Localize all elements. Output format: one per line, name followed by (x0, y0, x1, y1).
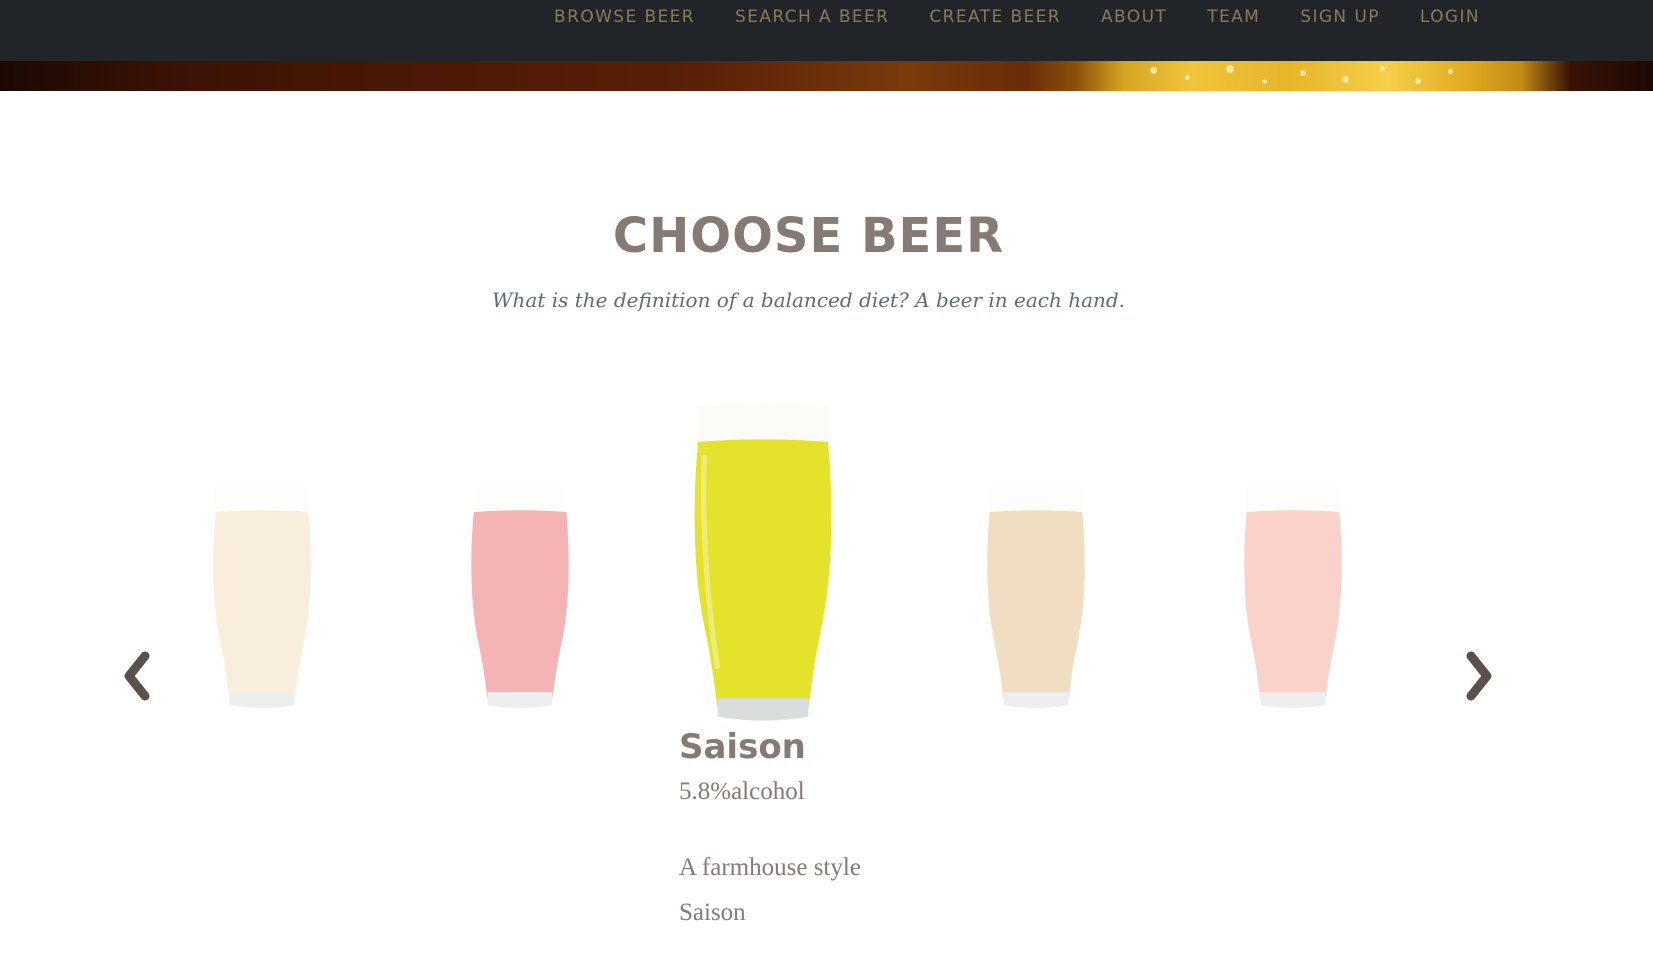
nav-login[interactable]: LOGIN (1420, 7, 1480, 27)
chevron-right-icon[interactable] (1459, 648, 1499, 704)
beer-glass-liquid (1244, 504, 1342, 700)
beer-glass-liquid (471, 504, 569, 700)
section-subheading: What is the definition of a balanced die… (491, 288, 1126, 312)
nav-about[interactable]: ABOUT (1101, 7, 1167, 27)
nav-team[interactable]: TEAM (1207, 7, 1260, 27)
nav-sign-up[interactable]: SIGN UP (1300, 7, 1380, 27)
nav-browse-beer[interactable]: BROWSE BEER (554, 7, 695, 27)
top-navbar: BROWSE BEER SEARCH A BEER CREATE BEER AB… (0, 0, 1653, 61)
beer-glass-selected[interactable] (683, 402, 843, 722)
beer-name: Saison (679, 727, 806, 767)
beer-glass-liquid (213, 504, 311, 700)
beer-glass[interactable] (979, 484, 1093, 709)
nav-menu: BROWSE BEER SEARCH A BEER CREATE BEER AB… (554, 0, 1480, 34)
beer-alcohol: 5.8%alcohol (679, 778, 805, 805)
chevron-left-icon[interactable] (117, 648, 157, 704)
section-heading: CHOOSE BEER (612, 208, 1005, 264)
hero-banner-image (0, 61, 1653, 91)
nav-create-beer[interactable]: CREATE BEER (929, 7, 1061, 27)
beer-description: A farmhouse style Saison (679, 854, 861, 926)
beer-glass[interactable] (1236, 484, 1350, 709)
beer-glass[interactable] (463, 484, 577, 709)
nav-search-beer[interactable]: SEARCH A BEER (735, 7, 889, 27)
beer-glass-liquid (987, 504, 1085, 700)
beer-glass[interactable] (205, 484, 319, 709)
